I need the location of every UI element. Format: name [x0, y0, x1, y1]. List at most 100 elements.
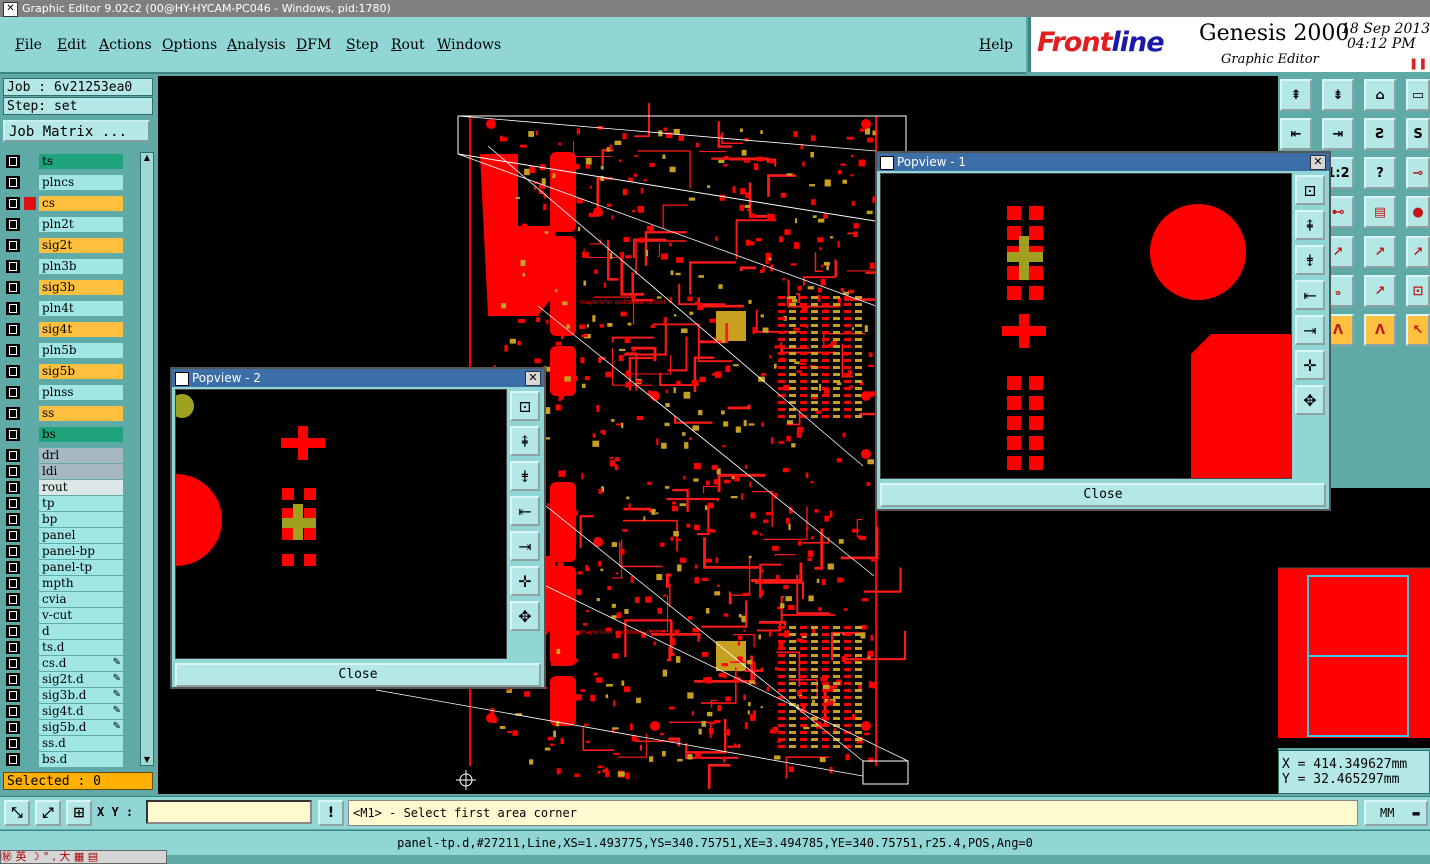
layer-name[interactable]: pln5b — [39, 343, 123, 358]
xy-input[interactable] — [146, 800, 312, 824]
layer-checkbox[interactable] — [6, 513, 20, 526]
popview-1-view[interactable] — [880, 173, 1292, 479]
layer-affected-marker[interactable] — [24, 673, 36, 686]
menu-step[interactable]: Step — [346, 37, 378, 53]
layer-affected-marker[interactable] — [24, 465, 36, 478]
zoom-area-icon[interactable]: ⤡ — [4, 800, 30, 826]
app-close-icon[interactable]: ✕ — [3, 2, 18, 17]
layer-affected-marker[interactable] — [24, 281, 36, 294]
grid-icon[interactable]: ⊞ — [66, 800, 92, 826]
window-icon[interactable]: ▭ — [1406, 79, 1430, 111]
layer-affected-marker[interactable] — [24, 737, 36, 750]
ruler-icon[interactable]: ▤ — [1364, 196, 1396, 228]
layer-name[interactable]: plncs — [39, 175, 123, 190]
pad-icon[interactable]: ● — [1406, 196, 1430, 228]
menu-rout[interactable]: Rout — [391, 37, 425, 53]
job-matrix-button[interactable]: Job Matrix ... — [3, 120, 150, 142]
layer-row-panel[interactable]: panel — [3, 528, 127, 543]
layer-name[interactable]: d — [39, 624, 123, 639]
layer-row-plncs[interactable]: plncs — [3, 175, 127, 190]
layer-name[interactable]: v-cut — [39, 608, 123, 623]
popview-1-close-icon[interactable]: ✕ — [1310, 155, 1326, 170]
popview-1-top-icon[interactable]: ⇞ — [1295, 210, 1325, 240]
layer-name[interactable]: sig4t — [39, 322, 123, 337]
layer-checkbox[interactable] — [6, 428, 20, 441]
layer-checkbox[interactable] — [6, 323, 20, 336]
layer-affected-marker[interactable] — [24, 449, 36, 462]
layer-row-sig3b.d[interactable]: sig3b.d✎ — [3, 688, 127, 703]
layer-name[interactable]: rout — [39, 480, 123, 495]
layer-affected-marker[interactable] — [24, 218, 36, 231]
popview-1-titlebar[interactable]: Popview - 1 — [877, 153, 1329, 171]
arrow-icon[interactable]: ↗ — [1364, 236, 1396, 268]
layer-row-mpth[interactable]: mpth — [3, 576, 127, 591]
layer-name[interactable]: ldi — [39, 464, 123, 479]
layer-name[interactable]: ts.d — [39, 640, 123, 655]
layer-checkbox[interactable] — [6, 593, 20, 606]
layer-affected-marker[interactable] — [24, 428, 36, 441]
popview-1-close-button[interactable]: Close — [880, 483, 1326, 507]
pan-icon[interactable]: ⤢ — [35, 800, 61, 826]
layer-name[interactable]: pln2t — [39, 217, 123, 232]
layer-name[interactable]: sig5b.d✎ — [39, 720, 123, 735]
layer-checkbox[interactable] — [6, 721, 20, 734]
layer-name[interactable]: ss.d — [39, 736, 123, 751]
layer-name[interactable]: sig2t.d✎ — [39, 672, 123, 687]
layer-row-pln3b[interactable]: pln3b — [3, 259, 127, 274]
layer-scrollbar[interactable]: ▲ ▼ — [140, 152, 154, 766]
layer-affected-marker[interactable] — [24, 239, 36, 252]
layer-affected-marker[interactable] — [24, 407, 36, 420]
layer-checkbox[interactable] — [6, 529, 20, 542]
popview-2-close-button[interactable]: Close — [175, 663, 541, 687]
popview-1-zoom-in-icon[interactable]: ✛ — [1295, 350, 1325, 380]
layer-name[interactable]: bp — [39, 512, 123, 527]
scroll-down-icon[interactable]: ▼ — [142, 755, 152, 765]
layer-row-tp[interactable]: tp — [3, 496, 127, 511]
layer-checkbox[interactable] — [6, 386, 20, 399]
move-right-icon[interactable]: ⇥ — [1322, 118, 1354, 150]
layer-row-pln4t[interactable]: pln4t — [3, 301, 127, 316]
popview-2-close-icon[interactable]: ✕ — [525, 371, 541, 386]
layer-name[interactable]: tp — [39, 496, 123, 511]
layer-row-ss.d[interactable]: ss.d — [3, 736, 127, 751]
layer-affected-marker[interactable] — [24, 323, 36, 336]
zoom-icon[interactable]: ⊡ — [1406, 275, 1430, 307]
menu-options[interactable]: Options — [162, 37, 217, 53]
popview-1-left-icon[interactable]: ⇤ — [1295, 280, 1325, 310]
layer-affected-marker[interactable] — [24, 641, 36, 654]
layer-row-ts[interactable]: ts — [3, 154, 127, 169]
select-icon[interactable]: ↗ — [1406, 236, 1430, 268]
layer-row-ldi[interactable]: ldi — [3, 464, 127, 479]
layer-checkbox[interactable] — [6, 407, 20, 420]
home-icon[interactable]: ⌂ — [1364, 79, 1396, 111]
popview-2-top-icon[interactable]: ⇞ — [510, 426, 540, 456]
layer-affected-marker[interactable] — [24, 657, 36, 670]
layer-row-cs.d[interactable]: cs.d✎ — [3, 656, 127, 671]
layer-row-cs[interactable]: cs — [3, 196, 127, 211]
popview-2-zoom-in-icon[interactable]: ✛ — [510, 566, 540, 596]
layer-checkbox[interactable] — [6, 561, 20, 574]
s-icon[interactable]: S — [1406, 118, 1430, 150]
units-select[interactable]: MM▬ — [1364, 800, 1428, 826]
layer-checkbox[interactable] — [6, 737, 20, 750]
layer-row-rout[interactable]: rout — [3, 480, 127, 495]
layer-affected-marker[interactable] — [24, 155, 36, 168]
layer-row-panel-bp[interactable]: panel-bp — [3, 544, 127, 559]
menu-help[interactable]: Help — [979, 37, 1013, 53]
layer-checkbox[interactable] — [6, 365, 20, 378]
layer-affected-marker[interactable] — [24, 577, 36, 590]
layer-checkbox[interactable] — [6, 753, 20, 766]
layer-row-d[interactable]: d — [3, 624, 127, 639]
layer-checkbox[interactable] — [6, 657, 20, 670]
layer-checkbox[interactable] — [6, 344, 20, 357]
snap-icon[interactable]: ⊸ — [1406, 157, 1430, 189]
layer-name[interactable]: bs — [39, 427, 123, 442]
layer-row-sig2t[interactable]: sig2t — [3, 238, 127, 253]
layer-affected-marker[interactable] — [24, 176, 36, 189]
send-down-icon[interactable]: ⇟ — [1322, 79, 1354, 111]
arc-edit-icon[interactable]: Λ — [1364, 314, 1396, 346]
layer-name[interactable]: panel — [39, 528, 123, 543]
layer-row-sig4t[interactable]: sig4t — [3, 322, 127, 337]
layer-checkbox[interactable] — [6, 545, 20, 558]
layer-affected-marker[interactable] — [24, 302, 36, 315]
